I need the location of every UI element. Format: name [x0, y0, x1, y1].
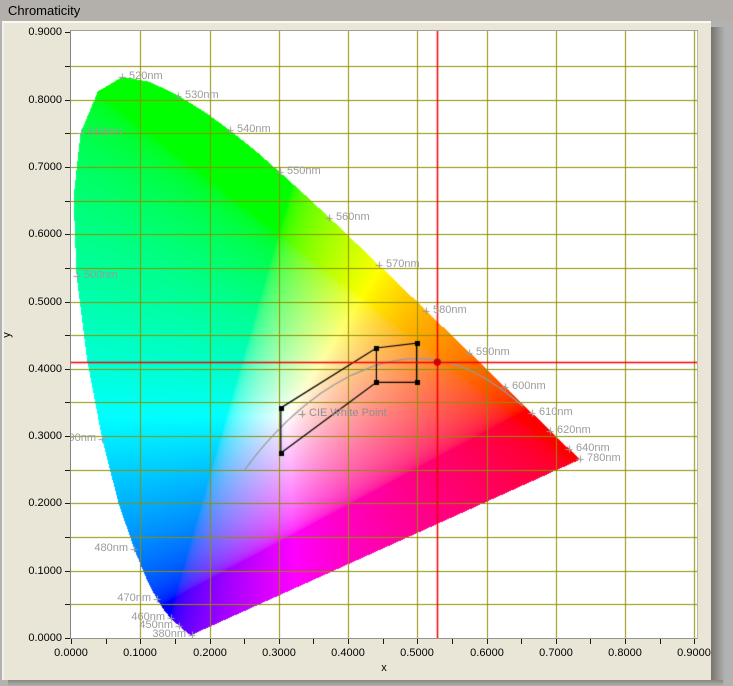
x-axis-tick — [660, 639, 661, 644]
cie-white-point-label: CIE White Point — [309, 407, 387, 420]
x-tick-label: 0.6000 — [457, 646, 517, 660]
wavelength-label-510nm: 510nm — [88, 126, 122, 139]
y-axis-tick — [65, 571, 70, 572]
wavelength-label-580nm: 580nm — [433, 304, 467, 317]
wavelength-label-520nm: 520nm — [129, 70, 163, 83]
x-axis-tick — [244, 639, 245, 644]
x-axis-tick — [694, 639, 695, 644]
x-axis-tick — [279, 639, 280, 644]
y-axis-tick — [65, 537, 70, 538]
wavelength-label-480nm: 480nm — [94, 542, 128, 555]
cie-chromaticity-diagram-canvas — [71, 31, 697, 638]
y-axis-tick — [65, 470, 70, 471]
y-tick-label: 0.0000 — [2, 631, 62, 645]
y-axis-tick — [65, 436, 70, 437]
x-axis-tick — [625, 639, 626, 644]
y-axis-tick — [65, 268, 70, 269]
chromaticity-window: Chromaticity 380nm450nm460nm470nm480nm49… — [0, 0, 733, 686]
y-tick-label: 0.7000 — [2, 160, 62, 174]
x-axis-tick — [348, 639, 349, 644]
y-tick-label: 0.6000 — [2, 227, 62, 241]
y-tick-label: 0.4000 — [2, 362, 62, 376]
y-axis-tick — [65, 234, 70, 235]
x-tick-label: 0.9000 — [664, 646, 724, 660]
x-axis-tick — [383, 639, 384, 644]
x-tick-label: 0.0000 — [41, 646, 101, 660]
wavelength-label-550nm: 550nm — [287, 165, 321, 178]
x-tick-label: 0.3000 — [249, 646, 309, 660]
y-tick-label: 0.9000 — [2, 25, 62, 39]
panel-shadow-bottom — [8, 680, 723, 686]
wavelength-label-490nm: 490nm — [70, 432, 96, 445]
y-axis-tick — [65, 604, 70, 605]
x-axis-title: x — [354, 662, 414, 674]
wavelength-label-530nm: 530nm — [185, 89, 219, 102]
y-axis-tick — [65, 66, 70, 67]
x-axis-tick — [71, 639, 72, 644]
wavelength-label-540nm: 540nm — [237, 123, 271, 136]
x-axis-tick — [417, 639, 418, 644]
window-title-bar[interactable]: Chromaticity — [0, 0, 733, 21]
wavelength-label-600nm: 600nm — [512, 380, 546, 393]
x-axis-tick — [452, 639, 453, 644]
y-axis-tick — [65, 335, 70, 336]
x-axis-tick — [556, 639, 557, 644]
y-axis-tick — [65, 133, 70, 134]
wavelength-label-610nm: 610nm — [539, 406, 573, 419]
x-tick-label: 0.8000 — [595, 646, 655, 660]
x-axis-tick — [140, 639, 141, 644]
y-tick-label: 0.5000 — [2, 295, 62, 309]
x-axis-tick — [175, 639, 176, 644]
y-axis-tick — [65, 402, 70, 403]
y-axis-tick — [65, 638, 70, 639]
wavelength-label-590nm: 590nm — [476, 346, 510, 359]
y-tick-label: 0.8000 — [2, 93, 62, 107]
x-axis-tick — [313, 639, 314, 644]
x-axis-tick — [106, 639, 107, 644]
x-axis-tick — [487, 639, 488, 644]
x-tick-label: 0.5000 — [387, 646, 447, 660]
x-tick-label: 0.7000 — [526, 646, 586, 660]
y-axis-tick — [65, 32, 70, 33]
y-tick-label: 0.1000 — [2, 564, 62, 578]
wavelength-label-780nm: 780nm — [587, 452, 621, 465]
y-axis-tick — [65, 167, 70, 168]
plot-area: 380nm450nm460nm470nm480nm490nm500nm510nm… — [70, 30, 698, 639]
y-axis-tick — [65, 302, 70, 303]
y-axis-tick — [65, 369, 70, 370]
y-axis-tick — [65, 503, 70, 504]
x-tick-label: 0.1000 — [110, 646, 170, 660]
x-tick-label: 0.2000 — [180, 646, 240, 660]
wavelength-label-570nm: 570nm — [386, 258, 420, 271]
wavelength-label-460nm: 460nm — [131, 611, 165, 624]
y-axis-tick — [65, 201, 70, 202]
wavelength-label-620nm: 620nm — [557, 424, 591, 437]
wavelength-label-560nm: 560nm — [336, 211, 370, 224]
wavelength-label-500nm: 500nm — [84, 269, 118, 282]
panel-shadow-right — [711, 27, 725, 684]
y-axis-tick — [65, 100, 70, 101]
x-axis-tick — [210, 639, 211, 644]
y-tick-label: 0.2000 — [2, 496, 62, 510]
y-tick-label: 0.3000 — [2, 429, 62, 443]
x-tick-label: 0.4000 — [318, 646, 378, 660]
x-axis-tick — [521, 639, 522, 644]
y-axis-title: y — [1, 317, 15, 353]
wavelength-label-470nm: 470nm — [117, 592, 151, 605]
window-title: Chromaticity — [8, 3, 80, 18]
x-axis-tick — [590, 639, 591, 644]
